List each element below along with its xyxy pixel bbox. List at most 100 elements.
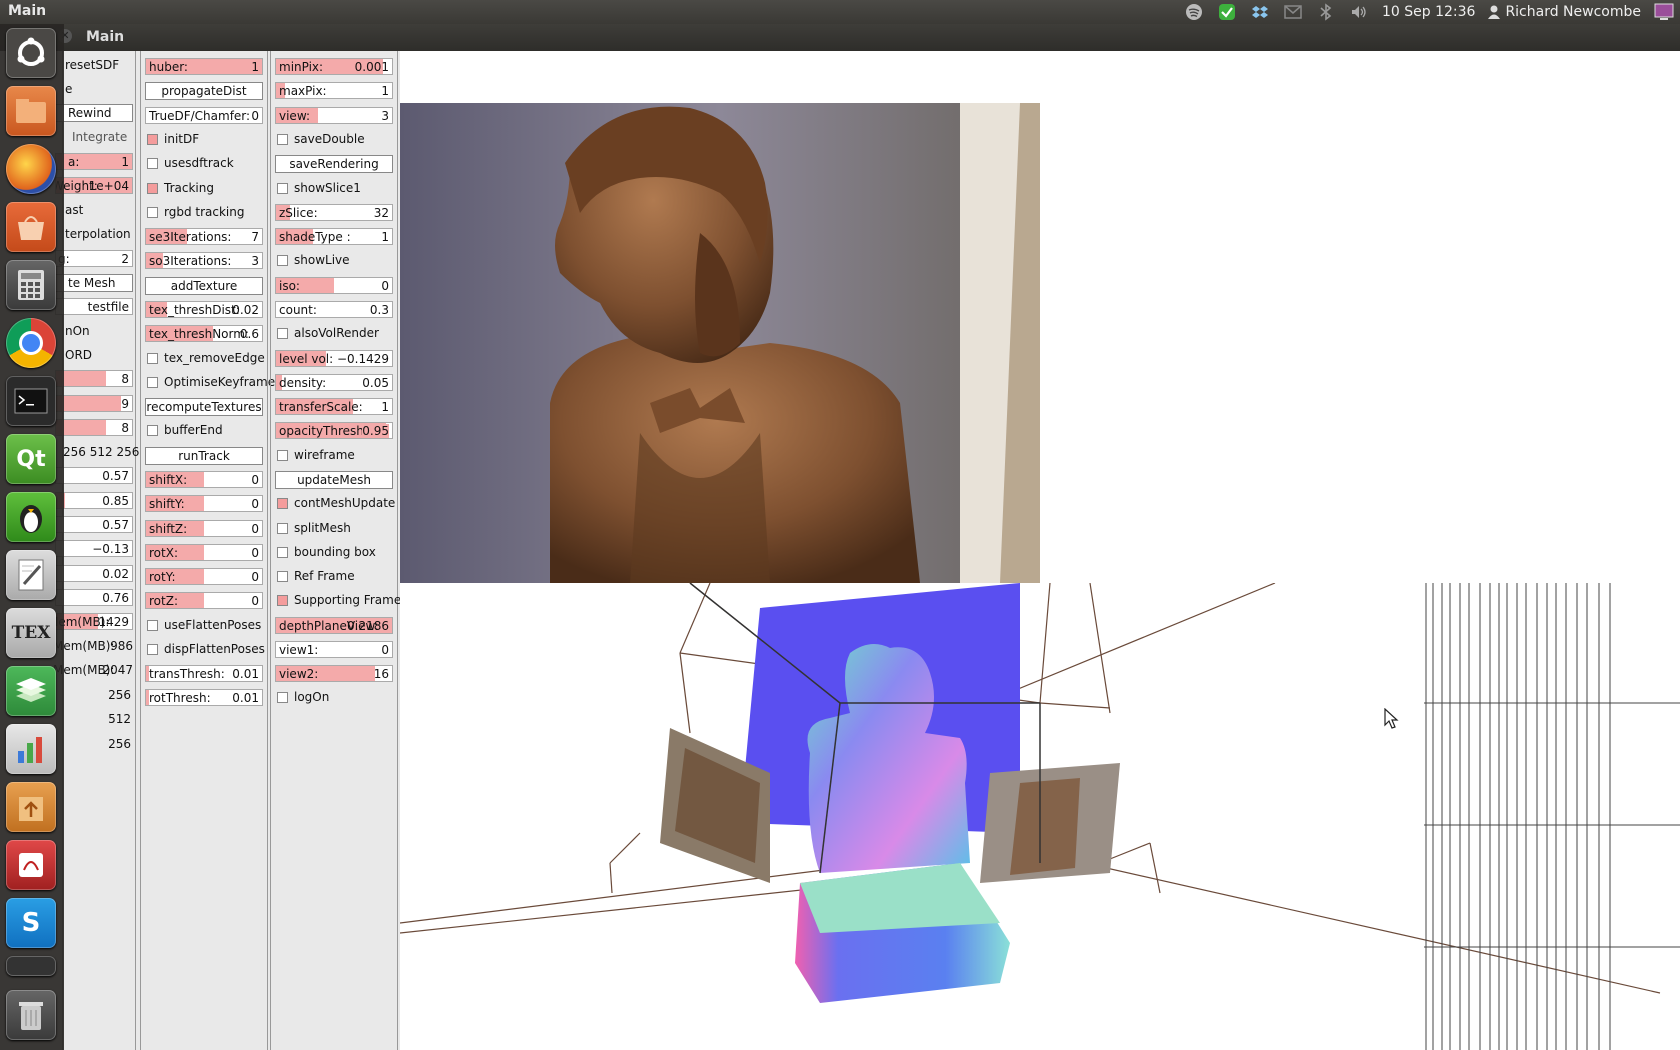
level-vol-slider[interactable]: level vol: −0.1429 (275, 350, 393, 367)
value-076[interactable]: 0.76 (55, 589, 133, 606)
log-on-checkbox[interactable]: logOn (277, 689, 393, 707)
save-rendering-button[interactable]: saveRendering (275, 155, 393, 173)
tex-thresh-dist-slider[interactable]: tex_threshDist: 0.02 (145, 301, 263, 318)
density-slider[interactable]: density: 0.05 (275, 374, 393, 391)
se3-iterations-slider[interactable]: se3Iterations: 7 (145, 228, 263, 245)
transfer-scale-slider[interactable]: transferScale: 1 (275, 398, 393, 415)
skype-icon[interactable]: S (6, 898, 56, 948)
value-085[interactable]: 0.85 (55, 492, 133, 509)
value-002[interactable]: 0.02 (55, 565, 133, 582)
terminal-icon[interactable] (6, 376, 56, 426)
mail-icon[interactable] (1283, 3, 1303, 21)
testfile-field[interactable]: testfile (55, 298, 133, 315)
slider-a[interactable]: a: 1 (55, 153, 133, 170)
buffer-end-checkbox[interactable]: bufferEnd (147, 422, 263, 440)
value-neg013[interactable]: −0.13 (55, 540, 133, 557)
mesh-button[interactable]: te Mesh (55, 274, 133, 292)
tracking-checkbox[interactable]: Tracking (147, 180, 263, 198)
monitor-app-icon[interactable] (6, 724, 56, 774)
rewind-button[interactable]: Rewind (55, 104, 133, 122)
rot-z-slider[interactable]: rotZ: 0 (145, 592, 263, 609)
texmaker-icon[interactable]: TEX (6, 608, 56, 658)
value-057a[interactable]: 0.57 (55, 467, 133, 484)
view1-slider[interactable]: view1: 0 (275, 641, 393, 658)
use-flatten-poses-checkbox[interactable]: useFlattenPoses (147, 617, 263, 635)
show-slice1-checkbox[interactable]: showSlice1 (277, 180, 393, 198)
stack-app-icon[interactable] (6, 666, 56, 716)
pdf-viewer-icon[interactable] (6, 840, 56, 890)
recompute-textures-button[interactable]: recomputeTextures (145, 398, 263, 416)
archive-app-icon[interactable] (6, 782, 56, 832)
app-menu-title[interactable]: Main (8, 3, 46, 19)
shade-type-slider[interactable]: shadeType :1 (275, 228, 393, 245)
integrate-checkbox[interactable]: Integrate (55, 129, 133, 147)
rot-thresh-slider[interactable]: rotThresh: 0.01 (145, 689, 263, 706)
slider-9[interactable]: 9 (55, 395, 133, 412)
value-057b[interactable]: 0.57 (55, 516, 133, 533)
calculator-icon[interactable] (6, 260, 56, 310)
usesdftrack-checkbox[interactable]: usesdftrack (147, 155, 263, 173)
software-center-icon[interactable] (6, 202, 56, 252)
view2-slider[interactable]: view2: 16 (275, 665, 393, 682)
record-label[interactable]: ORD (65, 348, 92, 362)
workspaces-icon[interactable] (6, 956, 56, 976)
z-slice-slider[interactable]: zSlice: 32 (275, 204, 393, 221)
trans-thresh-slider[interactable]: transThresh: 0.01 (145, 665, 263, 682)
propagate-dist-button[interactable]: propagateDist (145, 82, 263, 100)
min-pix-slider[interactable]: minPix: 0.001 (275, 58, 393, 75)
slider-8a[interactable]: 8 (55, 370, 133, 387)
cont-mesh-update-checkbox[interactable]: contMeshUpdate (277, 495, 395, 513)
tex-remove-edge-checkbox[interactable]: tex_removeEdge (147, 350, 265, 368)
spotify-icon[interactable] (1184, 3, 1204, 21)
files-icon[interactable] (6, 86, 56, 136)
mode-label[interactable]: e (65, 82, 72, 96)
volume-icon[interactable] (1349, 3, 1369, 21)
clock[interactable]: 10 Sep 12:36 (1382, 4, 1475, 20)
optimise-keyframes-checkbox[interactable]: OptimiseKeyframes (147, 374, 281, 392)
split-mesh-checkbox[interactable]: splitMesh (277, 520, 393, 538)
slider-8b[interactable]: 8 (55, 419, 133, 436)
save-double-checkbox[interactable]: saveDouble (277, 131, 393, 149)
weight-slider[interactable]: Weight: 1e+04 (55, 177, 133, 194)
bounding-box-checkbox[interactable]: bounding box (277, 544, 393, 562)
ref-frame-checkbox[interactable]: Ref Frame (277, 568, 393, 586)
show-live-checkbox[interactable]: showLive (277, 252, 393, 270)
iso-slider[interactable]: iso: 0 (275, 277, 393, 294)
also-vol-render-checkbox[interactable]: alsoVolRender (277, 325, 393, 343)
user-name[interactable]: Richard Newcombe (1505, 4, 1641, 20)
rot-y-slider[interactable]: rotY: 0 (145, 568, 263, 585)
shift-x-slider[interactable]: shiftX: 0 (145, 471, 263, 488)
bluetooth-icon[interactable] (1316, 3, 1336, 21)
huber-slider[interactable]: huber: 1 (145, 58, 263, 75)
count-slider[interactable]: count: 0.3 (275, 301, 393, 318)
reset-sdf-label[interactable]: resetSDF (65, 58, 119, 72)
firefox-icon[interactable] (6, 144, 56, 194)
depth-plane-view-slider[interactable]: depthPlaneView: 0.2186 (275, 617, 393, 634)
rgbd-tracking-checkbox[interactable]: rgbd tracking (147, 204, 263, 222)
tex-thresh-norm-slider[interactable]: tex_threshNorm: 0.6 (145, 325, 263, 342)
view-slider[interactable]: view: 3 (275, 107, 393, 124)
initdf-checkbox[interactable]: initDF (147, 131, 263, 149)
linux-tux-icon[interactable] (6, 492, 56, 542)
update-mesh-button[interactable]: updateMesh (275, 471, 393, 489)
qt-creator-icon[interactable]: Qt (6, 434, 56, 484)
disp-flatten-poses-checkbox[interactable]: dispFlattenPoses (147, 641, 265, 659)
add-texture-button[interactable]: addTexture (145, 277, 263, 295)
on-label[interactable]: nOn (65, 324, 90, 338)
interpolation-label[interactable]: terpolation (65, 227, 131, 241)
dropbox-icon[interactable] (1250, 3, 1270, 21)
rot-x-slider[interactable]: rotX: 0 (145, 544, 263, 561)
shift-z-slider[interactable]: shiftZ: 0 (145, 520, 263, 537)
run-track-button[interactable]: runTrack (145, 447, 263, 465)
trash-icon[interactable] (6, 990, 56, 1040)
slider-g[interactable]: g:2 (55, 250, 133, 267)
render-viewport[interactable] (400, 51, 1680, 1050)
supporting-frames-checkbox[interactable]: Supporting Frames (277, 592, 407, 610)
cast-label[interactable]: ast (65, 203, 83, 217)
session-icon[interactable] (1654, 3, 1674, 21)
so3-iterations-slider[interactable]: so3Iterations: 3 (145, 252, 263, 269)
wireframe-checkbox[interactable]: wireframe (277, 447, 393, 465)
chrome-icon[interactable] (6, 318, 56, 368)
opacity-threshold-slider[interactable]: opacityThreshold: 0.95 (275, 422, 393, 439)
max-pix-slider[interactable]: maxPix: 1 (275, 82, 393, 99)
